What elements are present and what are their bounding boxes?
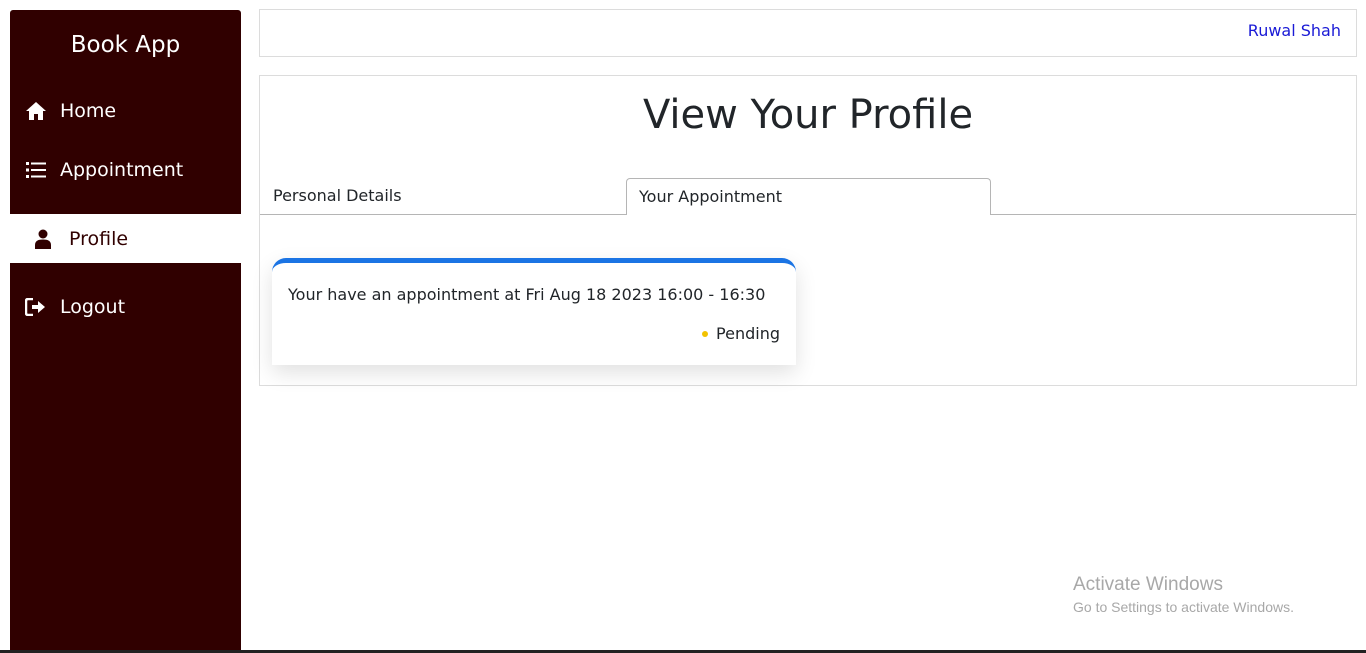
status-badge: Pending — [702, 324, 780, 343]
windows-activation-watermark: Activate Windows Go to Settings to activ… — [1073, 574, 1294, 615]
sidebar-item-label: Home — [60, 99, 117, 122]
sidebar: Book App Home Appointment Profile Logout — [10, 10, 241, 653]
status-dot-icon — [702, 330, 709, 337]
app-brand: Book App — [70, 32, 181, 58]
sidebar-item-profile[interactable]: Profile — [10, 214, 241, 263]
home-icon — [24, 99, 48, 123]
sidebar-item-label: Profile — [69, 227, 129, 250]
user-icon — [31, 227, 55, 251]
appointment-card: Your have an appointment at Fri Aug 18 2… — [272, 258, 796, 365]
tab-personal-details[interactable]: Personal Details — [273, 178, 573, 215]
top-bar: Ruwal Shah — [259, 9, 1357, 57]
appointment-text: Your have an appointment at Fri Aug 18 2… — [288, 285, 766, 304]
list-icon — [24, 158, 48, 182]
watermark-title: Activate Windows — [1073, 574, 1223, 595]
sidebar-item-logout[interactable]: Logout — [10, 282, 241, 331]
logout-icon — [24, 295, 48, 319]
sidebar-item-label: Logout — [60, 295, 126, 318]
watermark-subtitle: Go to Settings to activate Windows. — [1073, 599, 1294, 615]
tab-your-appointment[interactable]: Your Appointment — [626, 178, 991, 215]
sidebar-item-label: Appointment — [60, 158, 184, 181]
sidebar-item-home[interactable]: Home — [10, 86, 241, 135]
page-title: View Your Profile — [642, 92, 974, 138]
sidebar-item-appointment[interactable]: Appointment — [10, 145, 241, 194]
status-label: Pending — [716, 324, 780, 343]
user-name-link[interactable]: Ruwal Shah — [1248, 21, 1341, 40]
